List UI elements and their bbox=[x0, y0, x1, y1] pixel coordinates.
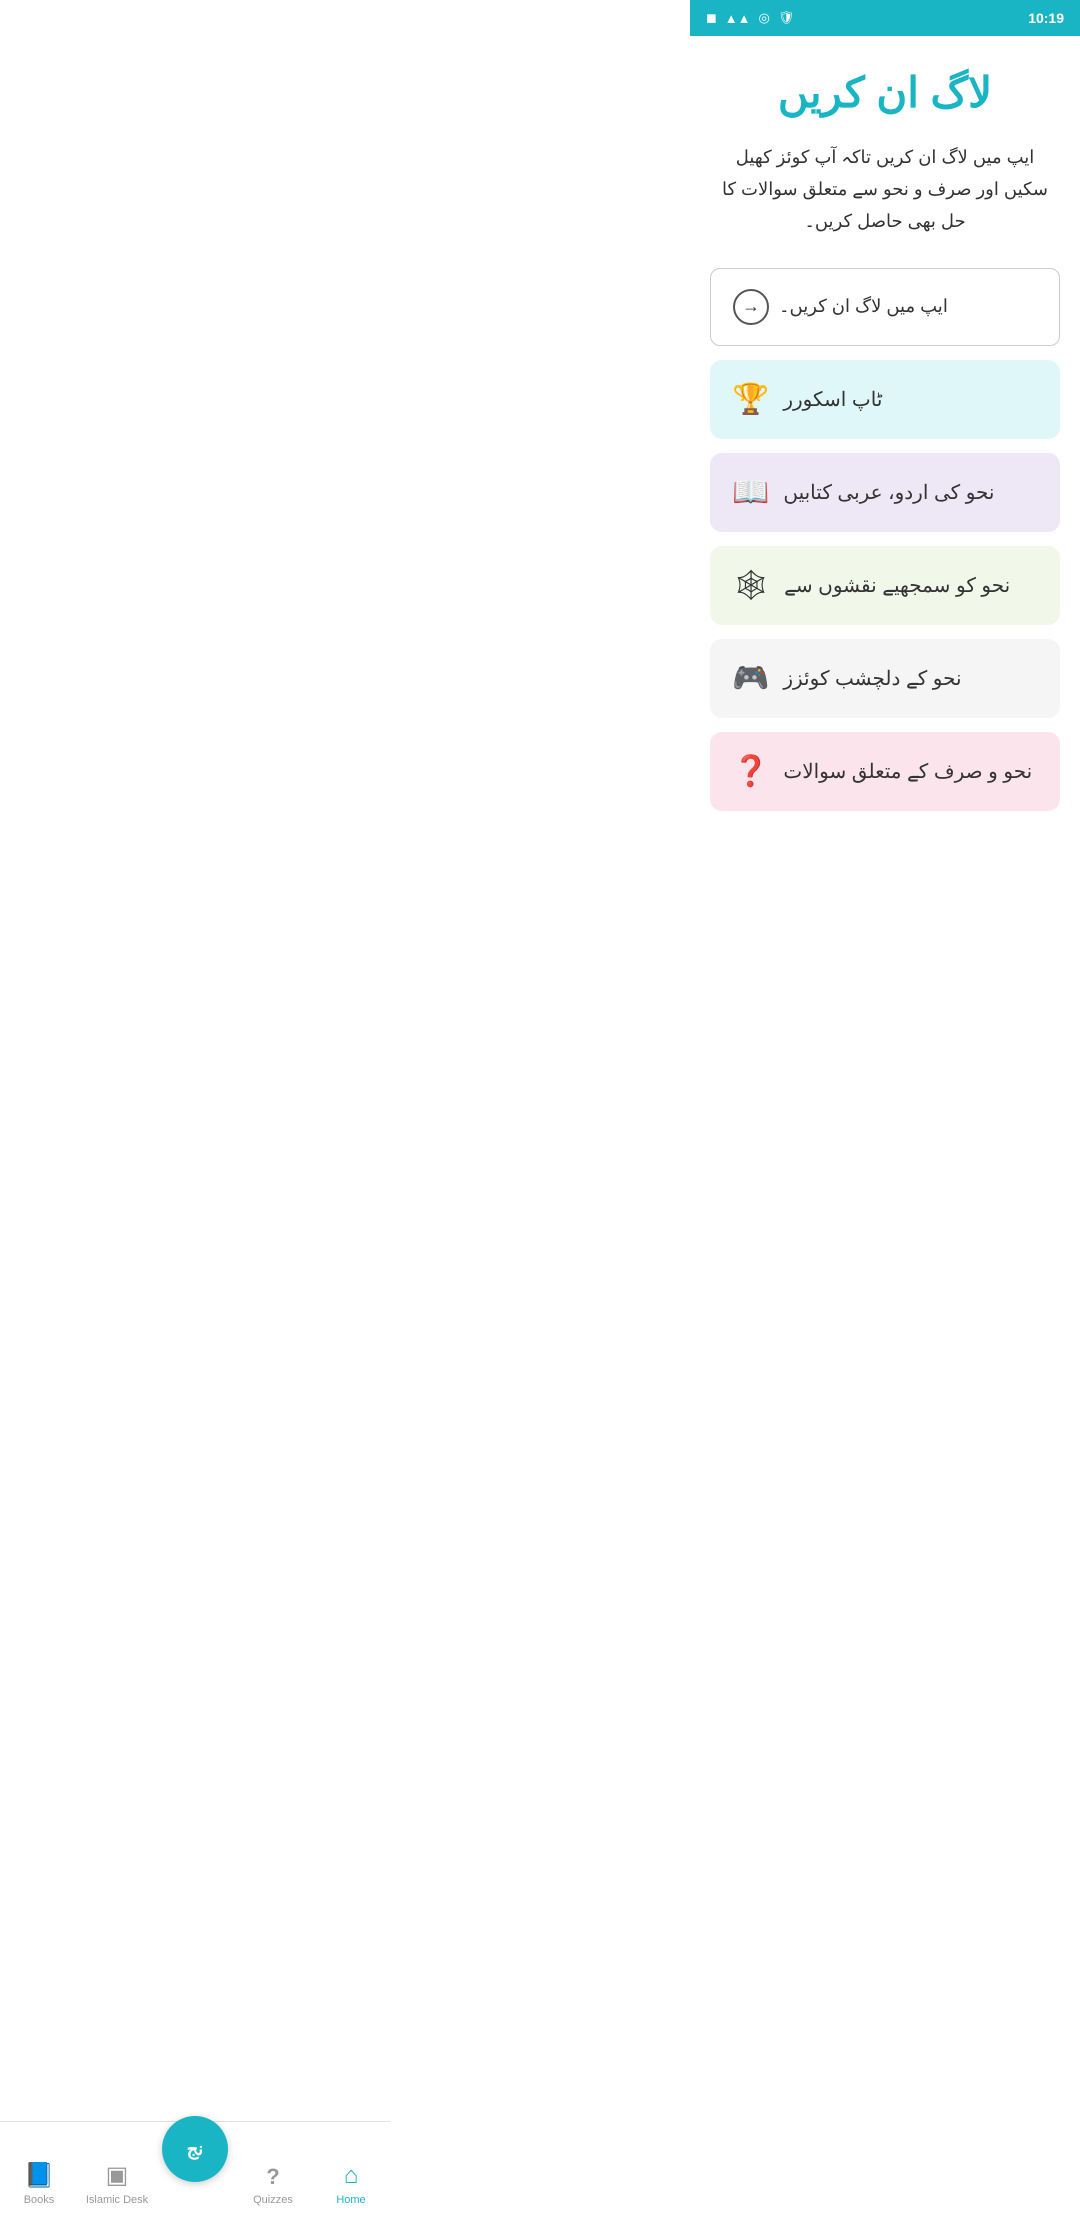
nav-quizzes[interactable]: ? Quizzes bbox=[234, 2164, 312, 2206]
signal-icon: ◎ bbox=[759, 10, 770, 26]
menu-card-4[interactable]: نحو و صرف کے متعلق سوالات ❓ bbox=[710, 732, 1060, 811]
nav-home-label: Home bbox=[336, 2194, 365, 2206]
menu-card-2[interactable]: نحو کو سمجھیے نقشوں سے 🕸 bbox=[710, 546, 1060, 625]
arrow-icon: → bbox=[733, 289, 769, 325]
cards-container: ٹاپ اسکورر 🏆 نحو کی اردو، عربی کتابیں 📖 … bbox=[710, 360, 1060, 811]
shield-icon: 🛡 bbox=[778, 10, 795, 26]
wifi-icon: ▲▲ bbox=[725, 11, 751, 26]
nav-center-button[interactable]: نج bbox=[162, 2116, 228, 2182]
card-label-2: نحو کو سمجھیے نقشوں سے bbox=[784, 573, 1010, 598]
nav-books[interactable]: 📘 Books bbox=[0, 2161, 78, 2206]
nav-books-label: Books bbox=[24, 2194, 55, 2206]
login-label: ایپ میں لاگ ان کریں۔ bbox=[779, 296, 948, 317]
status-icons: 🛡 ◎ ▲▲ ◼ bbox=[706, 10, 794, 26]
card-label-3: نحو کے دلچشب کوئزز bbox=[783, 666, 961, 691]
nav-home[interactable]: ⌂ Home bbox=[312, 2162, 390, 2206]
card-label-4: نحو و صرف کے متعلق سوالات bbox=[783, 759, 1032, 784]
home-icon: ⌂ bbox=[344, 2162, 359, 2190]
status-time: 10:19 bbox=[1028, 10, 1064, 26]
islamic-desk-icon: ▣ bbox=[106, 2161, 129, 2190]
menu-card-1[interactable]: نحو کی اردو، عربی کتابیں 📖 bbox=[710, 453, 1060, 532]
nav-center-container[interactable]: نج bbox=[156, 2116, 234, 2192]
page-description: ایپ میں لاگ ان کریں تاکہ آپ کوئز کھیل سک… bbox=[710, 141, 1060, 238]
main-content: لاگ ان کریں ایپ میں لاگ ان کریں تاکہ آپ … bbox=[690, 36, 1080, 945]
card-icon-0: 🏆 bbox=[732, 382, 769, 417]
books-icon: 📘 bbox=[24, 2161, 54, 2190]
nav-quizzes-label: Quizzes bbox=[253, 2194, 293, 2206]
battery-icon: ◼ bbox=[706, 10, 717, 26]
card-icon-3: 🎮 bbox=[732, 661, 769, 696]
status-bar: 10:19 🛡 ◎ ▲▲ ◼ bbox=[690, 0, 1080, 36]
card-icon-2: 🕸 bbox=[732, 568, 770, 603]
nav-islamic-desk-label: Islamic Desk bbox=[86, 2194, 148, 2206]
card-icon-1: 📖 bbox=[732, 475, 769, 510]
card-icon-4: ❓ bbox=[732, 754, 769, 789]
menu-card-0[interactable]: ٹاپ اسکورر 🏆 bbox=[710, 360, 1060, 439]
login-button[interactable]: ایپ میں لاگ ان کریں۔ → bbox=[710, 268, 1060, 346]
bottom-nav: ⌂ Home ? Quizzes نج ▣ Islamic Desk 📘 Boo… bbox=[0, 2121, 390, 2220]
card-label-0: ٹاپ اسکورر bbox=[783, 387, 882, 412]
page-title: لاگ ان کریں bbox=[710, 66, 1060, 121]
center-logo-icon: نج bbox=[187, 2139, 204, 2160]
quizzes-icon: ? bbox=[266, 2164, 279, 2190]
card-label-1: نحو کی اردو، عربی کتابیں bbox=[783, 480, 994, 505]
nav-islamic-desk[interactable]: ▣ Islamic Desk bbox=[78, 2161, 156, 2206]
menu-card-3[interactable]: نحو کے دلچشب کوئزز 🎮 bbox=[710, 639, 1060, 718]
